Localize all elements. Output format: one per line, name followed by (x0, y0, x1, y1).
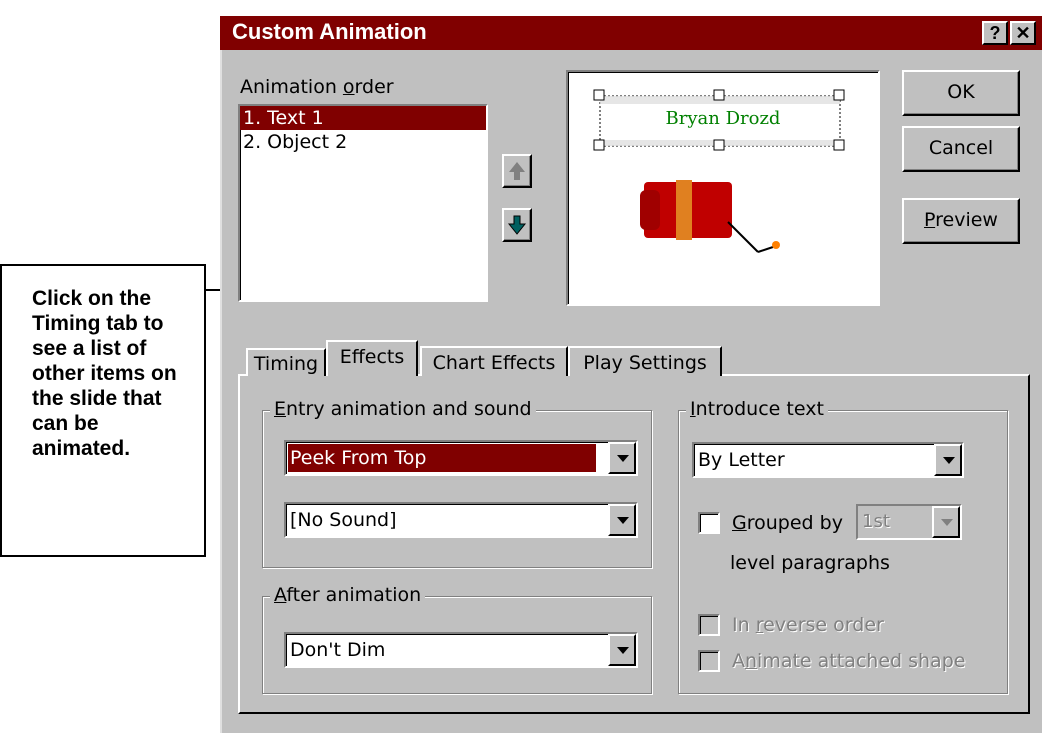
after-animation-dropdown[interactable]: Don't Dim (284, 632, 638, 668)
after-animation-value: Don't Dim (290, 639, 386, 661)
dropdown-arrow-icon[interactable] (608, 634, 636, 666)
list-item[interactable]: 2. Object 2 (240, 130, 486, 154)
move-down-button[interactable] (502, 208, 532, 242)
help-button[interactable]: ? (982, 21, 1008, 45)
close-button[interactable]: ✕ (1010, 21, 1036, 45)
after-animation-label: After animation (270, 584, 426, 606)
animation-order-label: Animation order (240, 76, 394, 98)
list-item[interactable]: 1. Text 1 (240, 106, 486, 130)
arrow-up-icon (509, 162, 525, 180)
animate-attached-shape-label: Animate attached shape (732, 650, 966, 672)
dialog-title: Custom Animation (232, 19, 427, 44)
entry-sound-value: [No Sound] (290, 509, 397, 531)
preview-title-text: Bryan Drozd (665, 108, 781, 129)
grouped-level-dropdown[interactable]: 1st (856, 504, 962, 540)
preview-canvas (593, 89, 845, 253)
tab-chart-effects[interactable]: Chart Effects (420, 346, 568, 376)
reverse-order-checkbox[interactable] (698, 614, 720, 636)
ok-button[interactable]: OK (902, 70, 1020, 116)
level-paragraphs-label: level paragraphs (730, 552, 890, 574)
tab-timing[interactable]: Timing (246, 348, 326, 376)
reverse-order-label: In reverse order (732, 614, 884, 636)
animation-order-list[interactable]: 1. Text 1 2. Object 2 (238, 104, 488, 302)
grouped-by-label: Grouped by (732, 512, 843, 534)
entry-effect-value: Peek From Top (290, 447, 427, 469)
introduce-text-value: By Letter (698, 449, 785, 471)
animate-attached-shape-checkbox[interactable] (698, 650, 720, 672)
dropdown-arrow-icon[interactable] (932, 506, 960, 538)
dynamite-icon (640, 180, 780, 253)
entry-sound-dropdown[interactable]: [No Sound] (284, 502, 638, 538)
tab-play-settings[interactable]: Play Settings (568, 346, 722, 376)
dropdown-arrow-icon[interactable] (608, 442, 636, 474)
dropdown-arrow-icon[interactable] (608, 504, 636, 536)
preview-button[interactable]: Preview (902, 198, 1020, 244)
arrow-down-icon (507, 215, 527, 235)
introduce-text-label: Introduce text (686, 398, 828, 420)
dropdown-arrow-icon[interactable] (934, 444, 962, 476)
entry-animation-label: Entry animation and sound (270, 398, 536, 420)
entry-effect-dropdown[interactable]: Peek From Top (284, 440, 638, 476)
introduce-text-dropdown[interactable]: By Letter (692, 442, 964, 478)
grouped-level-value: 1st (862, 511, 890, 532)
slide-preview: Bryan Drozd (566, 70, 880, 306)
move-up-button[interactable] (502, 154, 532, 188)
cancel-button[interactable]: Cancel (902, 126, 1020, 172)
grouped-by-checkbox[interactable] (698, 512, 720, 534)
tab-effects[interactable]: Effects (326, 340, 418, 376)
entry-animation-group (262, 410, 652, 568)
